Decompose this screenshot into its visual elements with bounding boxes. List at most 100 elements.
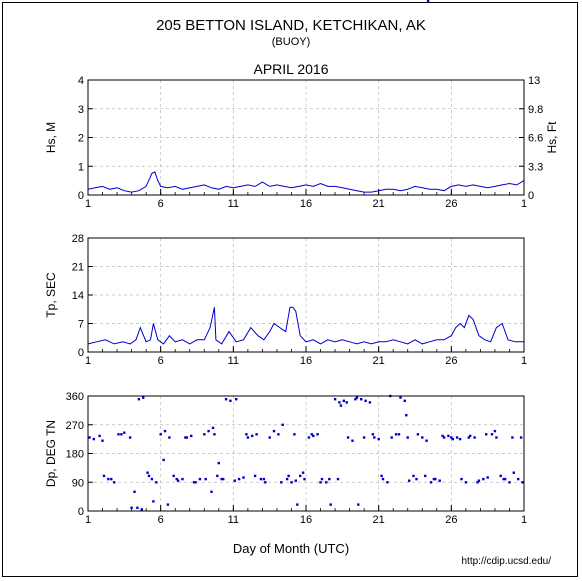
chart-canvas: 205 BETTON ISLAND, KETCHIKAN, AK (BUOY) … [44, 0, 559, 567]
data-point [192, 481, 196, 484]
data-point [373, 436, 376, 439]
data-point [290, 481, 293, 484]
data-point [235, 398, 238, 401]
data-point [280, 481, 283, 484]
data-point [357, 503, 360, 506]
x-tick-label: 11 [228, 198, 239, 210]
x-tick-label: 26 [445, 514, 457, 526]
panel-2: 1 6 11 16 21 26 107142128Tp, SEC [44, 233, 527, 367]
data-point [399, 396, 402, 399]
data-point [293, 433, 296, 436]
y2-tick-label: 9.8 [528, 104, 543, 116]
data-point [175, 477, 178, 481]
y-tick-label: 21 [72, 262, 84, 274]
x-tick-label: 1 [521, 355, 527, 367]
y-tick-label: 0 [78, 347, 84, 359]
data-point [245, 433, 248, 436]
data-point [101, 439, 104, 442]
x-tick-label: 16 [300, 514, 312, 526]
data-point [380, 474, 383, 478]
data-point [123, 431, 126, 434]
data-point [246, 436, 250, 439]
data-point [406, 436, 409, 439]
data-point [351, 439, 354, 442]
data-point [416, 433, 420, 436]
data-point [511, 436, 514, 439]
data-point [285, 477, 289, 481]
data-point [102, 474, 106, 478]
data-point [140, 508, 143, 511]
data-point [216, 474, 219, 478]
data-point [142, 396, 145, 399]
data-point [259, 477, 263, 481]
x-tick-label: 1 [521, 514, 527, 526]
data-point [287, 474, 290, 478]
panel-1: 1 6 11 16 21 26 10123403.36.69.813Hs, M Hs, Ft [44, 75, 559, 210]
data-point [329, 503, 332, 506]
y2-tick-label: 6.6 [528, 133, 543, 145]
x-tick-label: 11 [228, 355, 239, 367]
data-point [172, 474, 175, 478]
data-point [333, 398, 337, 401]
y-tick-label: 270 [66, 420, 84, 432]
data-point [264, 481, 267, 484]
data-point [405, 414, 408, 417]
data-point [360, 398, 363, 401]
data-point [346, 436, 350, 439]
data-point [147, 474, 151, 478]
chart-subtitle: (BUOY) [272, 36, 311, 48]
data-point [415, 477, 418, 481]
data-point [268, 436, 271, 439]
data-point [107, 477, 110, 481]
data-point [328, 477, 331, 481]
x-tick-label: 1 [85, 514, 91, 526]
x-tick-label: 21 [373, 198, 385, 210]
data-point [229, 399, 232, 402]
data-point [128, 436, 132, 439]
data-point [447, 434, 450, 438]
data-point [110, 477, 113, 481]
x-tick-label: 11 [228, 514, 239, 526]
y-tick-label: 3 [78, 104, 84, 116]
data-point [412, 474, 415, 478]
data-point [473, 436, 476, 439]
data-point [130, 506, 133, 509]
data-point [345, 401, 348, 404]
data-point [150, 477, 154, 481]
y-tick-label: 0 [78, 506, 84, 518]
data-point [146, 471, 149, 474]
data-point [438, 479, 441, 482]
data-point [88, 436, 91, 439]
data-point [339, 404, 343, 407]
y-tick-label: 360 [66, 391, 84, 403]
data-point [464, 481, 468, 484]
data-point [217, 461, 220, 465]
data-point [117, 433, 120, 436]
data-point [455, 436, 459, 439]
data-point [460, 477, 463, 481]
data-point [338, 401, 341, 404]
x-tick-label: 16 [300, 198, 312, 210]
data-point [137, 398, 141, 401]
x-tick-label: 1 [85, 355, 91, 367]
data-point [364, 399, 367, 402]
data-point [371, 433, 375, 436]
data-point [521, 481, 524, 484]
data-point [113, 481, 116, 484]
data-point [424, 474, 427, 478]
data-point [362, 436, 366, 439]
data-point [421, 436, 424, 439]
data-point [320, 477, 324, 481]
y-axis-label: Dp, DEG TN [44, 420, 58, 487]
y-tick-label: 90 [72, 477, 84, 489]
data-point [432, 477, 436, 481]
x-tick-label: 6 [158, 198, 164, 210]
data-point [441, 434, 444, 438]
data-point [342, 399, 345, 402]
data-point [368, 401, 372, 404]
data-point [92, 437, 95, 441]
data-point [307, 436, 311, 439]
data-point [390, 436, 393, 439]
data-point [325, 481, 328, 484]
data-point [508, 481, 511, 484]
